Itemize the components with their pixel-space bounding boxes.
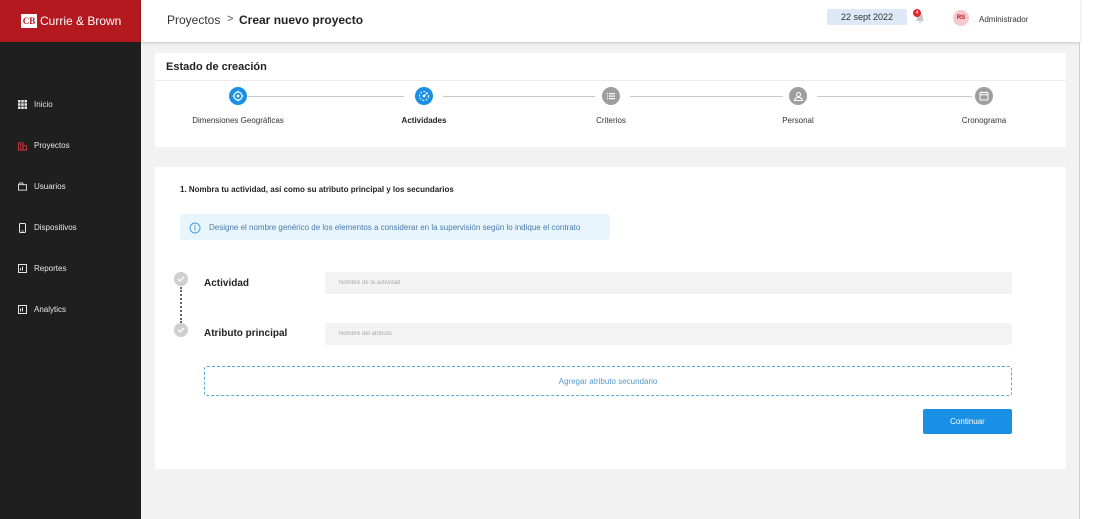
info-icon [189,221,201,234]
step-dimensiones-geograficas[interactable]: Dimensiones Geográficas [188,87,288,125]
sidebar-item-dispositivos[interactable]: Dispositivos [18,222,77,233]
step-label: Criterios [596,116,626,125]
attribute-label: Atributo principal [204,328,288,339]
date-badge: 22 sept 2022 [827,9,907,25]
device-icon [18,222,27,233]
sidebar-item-label: Usuarios [34,182,66,191]
continue-button[interactable]: Continuar [923,409,1012,434]
step-label: Cronograma [961,116,1007,125]
activity-icon [415,87,433,105]
step-label: Actividades [401,116,447,125]
breadcrumb-root[interactable]: Proyectos [167,13,220,27]
sidebar-item-reportes[interactable]: Reportes [18,264,66,273]
step-label: Dimensiones Geográficas [192,116,284,125]
sidebar-item-usuarios[interactable]: Usuarios [18,182,66,191]
activity-form-card: 1. Nombra tu actividad, así como su atri… [155,167,1066,469]
analytics-icon [18,305,27,314]
building-icon [18,141,27,150]
page-title: Crear nuevo proyecto [239,13,364,27]
breadcrumb-separator: > [227,13,234,25]
sidebar-item-label: Reportes [34,264,67,273]
add-secondary-attribute-button[interactable]: Agregar atributo secundario [204,366,1012,396]
activity-name-input[interactable] [325,272,1012,294]
sidebar-item-label: Analytics [34,305,67,314]
attribute-name-input[interactable] [325,323,1012,345]
user-name[interactable]: Administrador [979,15,1028,24]
app-window: CB Currie & Brown Inicio Proyectos Usuar… [0,0,1080,519]
form-heading: 1. Nombra tu actividad, así como su atri… [180,185,454,194]
brand-mark: CB [21,14,37,28]
person-icon [789,87,807,105]
divider [155,80,1066,81]
step-personal[interactable]: Personal [748,87,848,125]
creation-status-card: Estado de creación Dimensiones Geográfic… [155,53,1066,147]
notification-badge: 4 [913,9,921,17]
brand-name: Currie & Brown [40,14,122,28]
calendar-icon [975,87,993,105]
check-icon [174,272,188,286]
step-label: Personal [782,116,814,125]
sidebar-item-inicio[interactable]: Inicio [18,100,53,109]
grid-icon [18,100,27,109]
step-criterios[interactable]: Criterios [561,87,661,125]
activity-label: Actividad [204,278,250,289]
sidebar-item-label: Inicio [34,100,53,109]
check-icon [174,323,188,337]
sidebar-item-label: Proyectos [34,141,70,150]
info-text: Designe el nombre genérico de los elemen… [209,222,581,232]
step-cronograma[interactable]: Cronograma [934,87,1034,125]
step-dotted-line [180,287,182,323]
sidebar: Inicio Proyectos Usuarios Dispositivos R… [0,42,141,519]
report-icon [18,264,27,273]
top-header: Proyectos > Crear nuevo proyecto 22 sept… [141,0,1080,42]
avatar[interactable]: RS [953,10,969,26]
sidebar-item-analytics[interactable]: Analytics [18,305,66,314]
users-icon [18,182,27,191]
location-icon [229,87,247,105]
sidebar-item-proyectos[interactable]: Proyectos [18,141,70,150]
steps-title: Estado de creación [166,61,267,73]
step-actividades[interactable]: Actividades [374,87,474,125]
list-icon [602,87,620,105]
brand-logo[interactable]: CB Currie & Brown [0,0,141,42]
sidebar-item-label: Dispositivos [34,223,77,232]
info-banner: Designe el nombre genérico de los elemen… [180,214,610,240]
